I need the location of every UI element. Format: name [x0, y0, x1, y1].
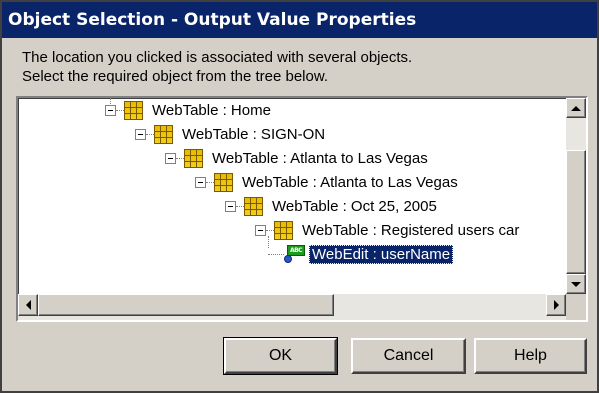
tree-node-label: WebTable : Registered users car: [302, 221, 520, 239]
tree-connector: [266, 229, 274, 231]
instructions: The location you clicked is associated w…: [22, 48, 582, 86]
collapse-icon[interactable]: [225, 200, 236, 212]
tree-node-webedit-username[interactable]: ABC WebEdit : userName: [268, 242, 454, 266]
webedit-icon-text: ABC: [287, 244, 305, 256]
scroll-up-button[interactable]: [566, 98, 586, 118]
webedit-icon-dot: [284, 254, 292, 263]
tree-node-webtable-atlanta-2[interactable]: WebTable : Atlanta to Las Vegas: [195, 170, 461, 194]
webtable-icon: [274, 220, 293, 240]
dialog-title: Object Selection - Output Value Properti…: [2, 2, 597, 38]
tree-node-webtable-oct-25[interactable]: WebTable : Oct 25, 2005: [225, 194, 440, 218]
instruction-line-1: The location you clicked is associated w…: [22, 49, 413, 66]
tree-node-label-selected: WebEdit : userName: [309, 244, 454, 264]
vertical-scrollbar[interactable]: [566, 98, 586, 294]
collapse-icon[interactable]: [105, 104, 116, 116]
webtable-icon: [244, 196, 263, 216]
tree-connector: [146, 133, 154, 135]
tree-node-webtable-registered[interactable]: WebTable : Registered users car: [255, 218, 522, 242]
help-button[interactable]: Help: [474, 338, 587, 374]
webtable-icon: [184, 148, 203, 168]
webtable-icon: [124, 100, 143, 120]
instruction-line-2: Select the required object from the tree…: [22, 68, 329, 85]
horizontal-scroll-thumb[interactable]: [38, 294, 334, 316]
scrollbar-corner: [566, 294, 586, 320]
tree-node-label: WebTable : Atlanta to Las Vegas: [242, 173, 458, 191]
tree-node-label: WebTable : Oct 25, 2005: [272, 197, 437, 215]
object-tree[interactable]: WebTable : Home WebTable : SIGN-ON WebTa…: [16, 96, 588, 322]
tree-connector: [236, 205, 244, 207]
horizontal-scrollbar[interactable]: [18, 294, 566, 320]
tree-connector: [176, 157, 184, 159]
vertical-scroll-thumb[interactable]: [566, 150, 586, 274]
arrow-left-icon: [25, 300, 31, 310]
cancel-button[interactable]: Cancel: [351, 338, 466, 374]
tree-node-label: WebTable : Atlanta to Las Vegas: [212, 149, 428, 167]
arrow-right-icon: [553, 300, 559, 310]
scroll-down-button[interactable]: [566, 274, 586, 294]
collapse-icon[interactable]: [255, 224, 266, 236]
tree-node-webtable-atlanta-1[interactable]: WebTable : Atlanta to Las Vegas: [165, 146, 431, 170]
arrow-up-icon: [571, 105, 581, 111]
tree-connector: [268, 253, 284, 255]
arrow-down-icon: [571, 281, 581, 287]
webtable-icon: [154, 124, 173, 144]
scroll-right-button[interactable]: [546, 294, 566, 316]
object-selection-dialog: Object Selection - Output Value Properti…: [0, 0, 599, 393]
tree-connector: [206, 181, 214, 183]
scroll-left-button[interactable]: [18, 294, 38, 316]
collapse-icon[interactable]: [195, 176, 206, 188]
tree-node-label: WebTable : SIGN-ON: [182, 125, 326, 143]
tree-node-label: WebTable : Home: [152, 101, 271, 119]
tree-connector: [116, 109, 124, 111]
collapse-icon[interactable]: [165, 152, 176, 164]
webedit-icon: ABC: [284, 244, 305, 264]
webtable-icon: [214, 172, 233, 192]
tree-node-webtable-home[interactable]: WebTable : Home: [105, 98, 274, 122]
collapse-icon[interactable]: [135, 128, 146, 140]
ok-button[interactable]: OK: [223, 337, 338, 375]
tree-canvas: WebTable : Home WebTable : SIGN-ON WebTa…: [18, 98, 566, 294]
tree-node-webtable-sign-on[interactable]: WebTable : SIGN-ON: [135, 122, 328, 146]
